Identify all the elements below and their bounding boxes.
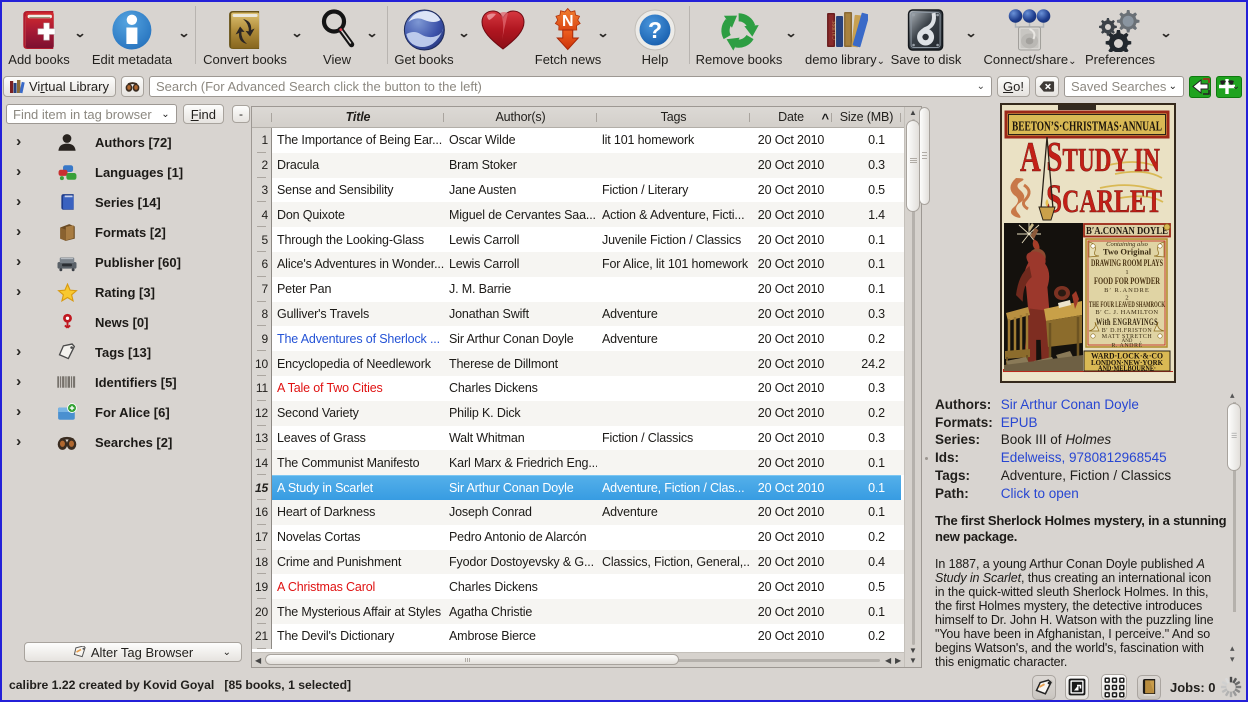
svg-text:N: N [562,13,574,30]
svg-text:BʹA.CONAN DOYLE: BʹA.CONAN DOYLE [1086,226,1168,237]
svg-text:Two Original: Two Original [1103,247,1152,257]
svg-text:DRAWING ROOM PLAYS: DRAWING ROOM PLAYS [1091,259,1163,269]
svg-text:Bʹ D.H.FRISTON: Bʹ D.H.FRISTON [1102,327,1153,334]
svg-text:CALIBRE: CALIBRE [831,20,836,40]
svg-text:FOOD FOR POWDER: FOOD FOR POWDER [1094,277,1160,287]
svg-text:Bʹ C. J. HAMILTON: Bʹ C. J. HAMILTON [1095,309,1158,316]
svg-text:BEETON’S·CHRISTMAS·ANNUAL: BEETON’S·CHRISTMAS·ANNUAL [1012,120,1162,135]
svg-text:1: 1 [1125,269,1128,276]
svg-text:AND·MELBOURNE·: AND·MELBOURNE· [1098,366,1156,373]
svg-text:?: ? [648,17,662,43]
svg-text:THE FOUR LEAVED SHAMROCK: THE FOUR LEAVED SHAMROCK [1089,300,1165,309]
svg-text:A STUDY IN: A STUDY IN [1020,135,1160,181]
svg-text:Bʹ R.ANDRE: Bʹ R.ANDRE [1104,287,1150,294]
svg-text:R. ANDRÉ: R. ANDRÉ [1111,341,1142,349]
svg-text:Wiŧħ ENGRAVINGS: Wiŧħ ENGRAVINGS [1096,317,1158,327]
